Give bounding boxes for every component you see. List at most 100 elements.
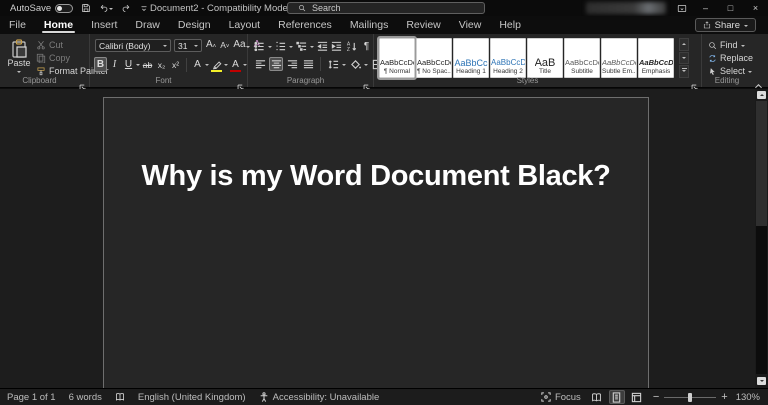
zoom-out-button[interactable]: −	[653, 391, 659, 403]
scrollbar-track[interactable]	[756, 226, 767, 374]
document-page[interactable]: Why is my Word Document Black?	[103, 97, 649, 388]
proofing-status[interactable]	[115, 392, 125, 402]
bullets-button[interactable]	[253, 39, 266, 53]
shrink-font-button[interactable]: A ˅	[220, 40, 229, 50]
minimize-button[interactable]: –	[693, 0, 718, 16]
web-layout-button[interactable]	[629, 390, 645, 404]
align-center-button[interactable]	[269, 57, 283, 71]
increase-indent-button[interactable]	[330, 39, 343, 53]
font-color-button[interactable]: A	[229, 57, 242, 72]
tab-design[interactable]: Design	[169, 16, 220, 34]
decrease-indent-button[interactable]	[316, 39, 329, 53]
superscript-button[interactable]: x²	[169, 57, 182, 72]
align-right-button[interactable]	[285, 57, 299, 71]
styles-scroll-up-button[interactable]	[679, 38, 689, 51]
scroll-up-button[interactable]	[757, 91, 766, 99]
focus-mode-button[interactable]: Focus	[541, 392, 581, 403]
paste-button[interactable]: Paste	[5, 39, 33, 81]
underline-button[interactable]: U	[122, 57, 135, 72]
paste-caret[interactable]	[17, 71, 21, 75]
underline-caret[interactable]	[136, 64, 140, 68]
grow-font-button[interactable]: A ˄	[206, 39, 216, 50]
select-caret[interactable]	[748, 70, 753, 75]
maximize-button[interactable]: □	[718, 0, 743, 16]
style-heading-1[interactable]: AaBbCc Heading 1	[453, 38, 489, 78]
tab-draw[interactable]: Draw	[126, 16, 169, 34]
multilevel-list-button[interactable]	[295, 39, 308, 53]
numbering-caret[interactable]	[288, 45, 293, 50]
user-account-blurred[interactable]	[586, 2, 666, 14]
autosave-control[interactable]: AutoSave	[10, 3, 74, 14]
bold-button[interactable]: B	[94, 57, 107, 72]
undo-button[interactable]	[99, 3, 114, 13]
subscript-button[interactable]: x₂	[155, 57, 168, 72]
italic-button[interactable]: I	[108, 57, 121, 72]
tab-home[interactable]: Home	[35, 16, 82, 34]
text-effects-caret[interactable]	[205, 64, 209, 68]
font-size-combobox[interactable]: 31	[174, 39, 202, 52]
undo-dropdown-caret[interactable]	[109, 7, 114, 12]
redo-button[interactable]	[121, 3, 131, 13]
styles-dialog-launcher[interactable]	[691, 78, 698, 91]
save-button[interactable]	[81, 3, 91, 13]
multilevel-caret[interactable]	[309, 45, 314, 50]
vertical-scrollbar[interactable]	[755, 89, 768, 388]
scroll-down-button[interactable]	[757, 377, 766, 385]
line-spacing-button[interactable]	[326, 57, 340, 71]
find-button[interactable]: Find	[708, 40, 745, 50]
tab-layout[interactable]: Layout	[220, 16, 270, 34]
ribbon-display-options-button[interactable]	[671, 0, 693, 16]
zoom-in-button[interactable]: +	[721, 391, 727, 403]
word-count-status[interactable]: 6 words	[69, 392, 102, 403]
accessibility-status[interactable]: Accessibility: Unavailable	[259, 392, 379, 403]
share-button[interactable]: Share	[694, 18, 756, 32]
numbering-button[interactable]	[274, 39, 287, 53]
font-name-combobox[interactable]: Calibri (Body)	[95, 39, 171, 52]
scrollbar-thumb[interactable]	[756, 101, 767, 226]
read-mode-button[interactable]	[589, 390, 605, 404]
language-status[interactable]: English (United Kingdom)	[138, 392, 246, 403]
zoom-percentage[interactable]: 130%	[736, 392, 760, 403]
justify-button[interactable]	[301, 57, 315, 71]
font-dialog-launcher[interactable]	[237, 78, 244, 91]
style-subtle-emphasis[interactable]: AaBbCcDc Subtle Em...	[601, 38, 637, 78]
find-caret[interactable]	[740, 44, 745, 49]
shading-button[interactable]	[348, 57, 362, 71]
document-heading-text[interactable]: Why is my Word Document Black?	[104, 160, 648, 193]
show-hide-pilcrow-button[interactable]: ¶	[360, 39, 373, 53]
tab-view[interactable]: View	[450, 16, 491, 34]
style-no-spacing[interactable]: AaBbCcDc ¶ No Spac...	[416, 38, 452, 78]
paragraph-dialog-launcher[interactable]	[363, 78, 370, 91]
strikethrough-button[interactable]: ab	[141, 57, 154, 72]
sort-button[interactable]: AZ	[345, 39, 358, 53]
line-spacing-caret[interactable]	[342, 63, 346, 68]
page-number-status[interactable]: Page 1 of 1	[7, 392, 56, 403]
tab-references[interactable]: References	[269, 16, 341, 34]
style-normal[interactable]: AaBbCcDc ¶ Normal	[377, 36, 417, 80]
select-button[interactable]: Select	[708, 66, 753, 76]
style-subtitle[interactable]: AaBbCcDc Subtitle	[564, 38, 600, 78]
style-title[interactable]: AaB Title	[527, 38, 563, 78]
close-button[interactable]: ×	[743, 0, 768, 16]
highlight-color-button[interactable]	[210, 57, 223, 72]
autosave-toggle[interactable]	[55, 3, 74, 13]
clipboard-dialog-launcher[interactable]	[79, 78, 86, 91]
replace-button[interactable]: Replace	[708, 53, 753, 63]
style-emphasis[interactable]: AaBbCcDc Emphasis	[638, 38, 674, 78]
tab-mailings[interactable]: Mailings	[341, 16, 398, 34]
zoom-slider[interactable]	[664, 392, 717, 402]
cut-button[interactable]: Cut	[36, 40, 63, 50]
style-heading-2[interactable]: AaBbCcD Heading 2	[490, 38, 526, 78]
align-left-button[interactable]	[253, 57, 267, 71]
tab-insert[interactable]: Insert	[82, 16, 126, 34]
search-box[interactable]: Search	[287, 2, 485, 14]
print-layout-button[interactable]	[608, 390, 625, 404]
text-effects-button[interactable]: A	[191, 57, 204, 72]
tab-help[interactable]: Help	[490, 16, 530, 34]
styles-scroll-down-button[interactable]	[679, 51, 689, 64]
tab-review[interactable]: Review	[397, 16, 449, 34]
shading-caret[interactable]	[364, 63, 368, 68]
customize-qat-button[interactable]	[139, 3, 149, 13]
bullets-caret[interactable]	[267, 45, 272, 50]
tab-file[interactable]: File	[0, 16, 35, 34]
